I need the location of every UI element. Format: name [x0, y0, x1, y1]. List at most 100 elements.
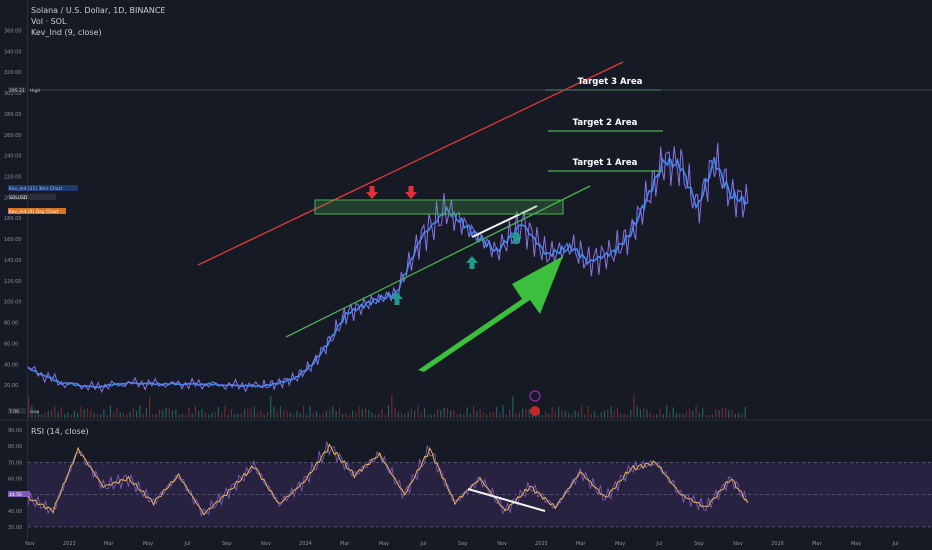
volume-bar [289, 413, 291, 418]
volume-bar [728, 410, 730, 418]
price-tick-label: 280.00 [4, 112, 22, 118]
price-tick-label: 360.00 [4, 28, 22, 34]
sol-badge: SOLUSD [9, 195, 28, 201]
volume-bar [122, 412, 125, 418]
target-label: Target 1 Area [573, 158, 638, 168]
price-tick-label: 220.00 [4, 174, 22, 180]
time-tick-label: 2023 [63, 541, 76, 547]
volume-bar [70, 414, 72, 418]
volume-bar [715, 408, 717, 418]
volume-bar [702, 408, 704, 418]
time-tick-label: 2026 [771, 541, 784, 547]
volume-bar [639, 409, 642, 418]
time-tick-label: Jul [891, 541, 898, 547]
volume-bar [276, 411, 278, 418]
rsi-value-badge: 44.56 [9, 492, 22, 498]
volume-legend: Vol · SOL [31, 17, 67, 26]
price-tick-label: 100.00 [4, 300, 22, 306]
volume-bar [204, 412, 206, 418]
volume-bar [96, 414, 98, 418]
time-tick-label: Mar [340, 541, 350, 547]
time-tick-label: Mar [576, 541, 586, 547]
time-tick-label: May [851, 541, 861, 547]
volume-bar [525, 408, 527, 418]
volume-bar [688, 408, 691, 418]
volume-bar [492, 411, 494, 418]
chart-stage: 20.00 40.00 60.00 80.00 100.00 120.00 140.00 16… [0, 0, 932, 550]
target-label: Target 2 Area [573, 118, 638, 128]
volume-bar [335, 411, 337, 418]
price-tick-label: 40.00 [4, 362, 18, 368]
time-tick-label: Nov [25, 541, 35, 547]
volume-bar [561, 410, 563, 418]
time-tick-label: Sep [458, 541, 467, 547]
volume-bar [188, 407, 190, 418]
chart-title: Solana / U.S. Dollar, 1D, BINANCE [31, 6, 166, 15]
volume-bar [302, 405, 305, 418]
volume-bar [626, 414, 628, 418]
volume-bar [459, 413, 462, 418]
flag-icon [530, 406, 540, 416]
high-label: High [30, 88, 40, 94]
volume-bar [597, 414, 599, 418]
volume-bar [381, 408, 383, 418]
volume-bar [293, 414, 295, 418]
volume-bar [675, 412, 678, 418]
volume-bar [185, 414, 187, 418]
volume-bar [685, 411, 687, 418]
volume-bar [207, 414, 210, 418]
price-chart[interactable]: 20.00 40.00 60.00 80.00 100.00 120.00 140.00 16… [0, 0, 932, 550]
volume-bar [512, 396, 514, 418]
volume-bar [659, 408, 661, 418]
volume-bar [515, 413, 517, 418]
volume-bar [191, 413, 193, 418]
volume-bar [139, 405, 141, 418]
volume-bar [329, 409, 331, 418]
volume-bar [486, 414, 488, 418]
time-tick-label: Jul [655, 541, 662, 547]
volume-bar [221, 412, 223, 418]
time-tick-label: 2024 [299, 541, 312, 547]
volume-bar [260, 410, 262, 418]
volume-bar [250, 409, 252, 418]
volume-bar [374, 414, 377, 418]
volume-bar [433, 414, 435, 418]
volume-bar [466, 407, 468, 418]
time-tick-label: May [143, 541, 153, 547]
volume-bar [230, 409, 233, 418]
volume-bar [564, 411, 566, 418]
volume-bar [142, 413, 144, 418]
volume-bar [551, 406, 553, 418]
volume-bar [446, 407, 449, 418]
volume-bar [211, 412, 213, 418]
volume-bar [77, 412, 79, 418]
volume-bar [724, 407, 727, 418]
volume-bar [319, 414, 321, 418]
volume-bar [253, 406, 255, 418]
volume-bar [116, 407, 118, 418]
volume-bar [119, 412, 121, 418]
volume-bar [682, 413, 684, 418]
volume-bar [394, 407, 396, 418]
volume-bar [643, 408, 645, 418]
volume-bar [109, 405, 112, 418]
volume-bar [554, 411, 557, 418]
volume-bar [361, 409, 363, 418]
volume-bar [571, 414, 573, 418]
volume-bar [603, 410, 606, 418]
time-tick-label: Jul [419, 541, 426, 547]
volume-bar [584, 414, 586, 418]
volume-bar [613, 410, 615, 418]
ind9-badge: Kev_Ind (9) Day Chart [9, 209, 59, 215]
volume-bar [489, 412, 491, 418]
volume-bar [574, 410, 576, 418]
time-tick-label: Nov [733, 541, 743, 547]
price-tick-label: 20.00 [4, 383, 18, 389]
price-tick-label: 140.00 [4, 258, 22, 264]
volume-bar [577, 412, 579, 418]
volume-bar [106, 414, 108, 418]
volume-bar [708, 414, 710, 418]
volume-bar [541, 414, 543, 418]
price-tick-label: 160.00 [4, 237, 22, 243]
volume-bar [705, 414, 707, 418]
